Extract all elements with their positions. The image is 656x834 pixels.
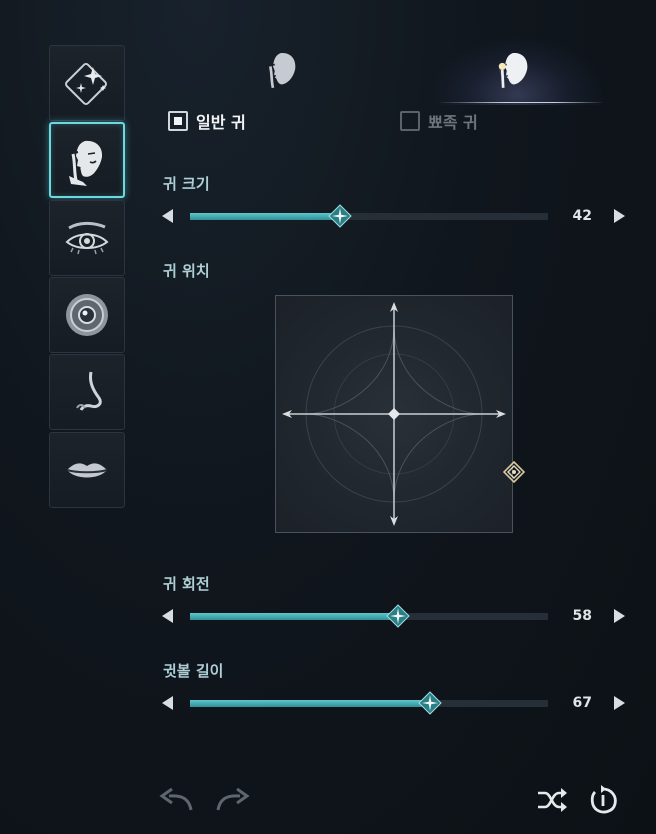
reset-icon xyxy=(590,785,617,814)
option-normal-ear[interactable]: 일반 귀 xyxy=(168,110,246,132)
ear-face-icon xyxy=(69,140,103,186)
reset-button[interactable] xyxy=(585,783,623,817)
earlobe-length-thumb[interactable] xyxy=(418,691,442,715)
ear-size-increase-arrow[interactable] xyxy=(614,209,625,223)
ear-type-tab-2[interactable] xyxy=(485,42,541,98)
redo-button[interactable] xyxy=(213,783,251,817)
ear-size-slider[interactable] xyxy=(190,204,548,228)
option-normal-ear-label: 일반 귀 xyxy=(196,113,246,132)
ear-rotation-fill xyxy=(190,613,398,620)
ear-size-fill xyxy=(190,213,341,220)
checkbox-pointed-ear[interactable] xyxy=(400,111,420,131)
shuffle-icon xyxy=(538,788,567,812)
ear-rotation-thumb[interactable] xyxy=(385,604,410,628)
eye-icon xyxy=(65,221,109,255)
earlobe-length-fill xyxy=(190,700,430,707)
ear-size-decrease-arrow[interactable] xyxy=(162,209,173,223)
earlobe-length-increase-arrow[interactable] xyxy=(614,696,625,710)
ear-position-handle[interactable] xyxy=(503,461,525,483)
category-pupil[interactable] xyxy=(49,277,125,353)
ear-size-thumb[interactable] xyxy=(328,204,353,228)
category-ear[interactable] xyxy=(49,122,125,198)
pupil-icon xyxy=(66,294,108,336)
category-preset[interactable] xyxy=(49,45,125,121)
sparkle-preset-icon xyxy=(65,63,107,105)
ear-size-label: 귀 크기 xyxy=(163,175,210,193)
ear-customization-panel: 일반 귀 뾰족 귀 귀 크기 42 귀 위치 귀 회전 58 귓볼 길이 67 xyxy=(0,0,656,834)
category-nose[interactable] xyxy=(49,354,125,430)
ear-rotation-decrease-arrow[interactable] xyxy=(162,609,173,623)
ear-type-tab-1[interactable] xyxy=(253,42,309,98)
redo-icon xyxy=(216,787,250,811)
ear-rotation-value: 58 xyxy=(572,608,592,624)
randomize-button[interactable] xyxy=(533,783,571,817)
face-profile-glow-icon xyxy=(498,52,528,88)
lips-icon xyxy=(66,463,108,478)
ear-rotation-slider[interactable] xyxy=(190,604,548,628)
earlobe-length-label: 귓볼 길이 xyxy=(163,662,224,680)
selected-tab-underline xyxy=(438,102,604,103)
option-pointed-ear[interactable]: 뾰족 귀 xyxy=(400,110,478,132)
ear-position-label: 귀 위치 xyxy=(163,262,210,280)
earlobe-length-value: 67 xyxy=(572,695,592,711)
ear-rotation-label: 귀 회전 xyxy=(163,575,210,593)
checkbox-normal-ear[interactable] xyxy=(168,111,188,131)
category-eye[interactable] xyxy=(49,200,125,276)
face-profile-icon xyxy=(267,52,296,89)
nose-icon xyxy=(76,371,102,411)
undo-icon xyxy=(159,787,193,811)
ear-size-value: 42 xyxy=(572,208,592,224)
ear-rotation-increase-arrow[interactable] xyxy=(614,609,625,623)
earlobe-length-slider[interactable] xyxy=(190,691,548,715)
category-lips[interactable] xyxy=(49,432,125,508)
earlobe-length-decrease-arrow[interactable] xyxy=(162,696,173,710)
option-pointed-ear-label: 뾰족 귀 xyxy=(428,113,478,132)
ear-position-pad[interactable] xyxy=(275,295,513,533)
position-pad-crosshair xyxy=(282,302,506,526)
undo-button[interactable] xyxy=(158,783,196,817)
